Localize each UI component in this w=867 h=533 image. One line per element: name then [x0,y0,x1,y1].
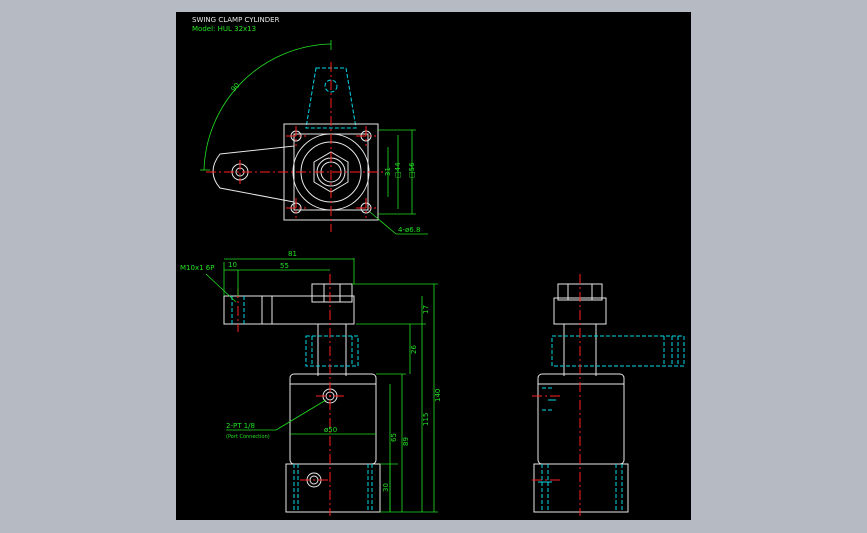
cad-drawing-svg: SWING CLAMP CYLINDER Model: HUL 32x13 90 [180,16,685,516]
port-callout: 2-PT 1/8 [226,422,255,430]
dim-55: 55 [280,262,289,270]
drawing-sheet[interactable]: SWING CLAMP CYLINDER Model: HUL 32x13 90 [176,12,691,520]
dim-89: 89 [402,437,410,446]
front-view: 81 10 55 M10x1 6P 17 26 140 115 89 65 30… [180,250,442,516]
dim-65: 65 [390,433,398,442]
cylinder-base [285,463,381,513]
dim-31: 31 [384,167,392,176]
dim-26: 26 [410,345,418,354]
swing-arc [203,43,332,171]
dim-thread: M10x1 6P [180,264,214,272]
dim-r-arc: 90 [230,81,242,93]
dim-81: 81 [288,250,297,258]
port-note: (Port Connection) [226,434,270,440]
dim-56: □56 [408,162,416,178]
dim-44: □44 [394,162,402,178]
dim-10: 10 [228,261,237,269]
dim-holes: 4-ø6.8 [398,226,420,234]
drawing-title: SWING CLAMP CYLINDER [192,16,280,24]
dim-30: 30 [382,483,390,492]
dim-dia50: ø50 [324,426,337,434]
dim-115: 115 [422,413,430,426]
top-view: 90 31 □44 □56 4-ø6.8 [200,40,428,235]
dim-140: 140 [434,389,442,402]
cylinder-body [289,373,377,465]
drawing-model: Model: HUL 32x13 [192,25,256,33]
side-view [532,274,685,516]
dim-17: 17 [422,305,430,314]
cad-viewport[interactable]: SWING CLAMP CYLINDER Model: HUL 32x13 90 [0,0,867,533]
